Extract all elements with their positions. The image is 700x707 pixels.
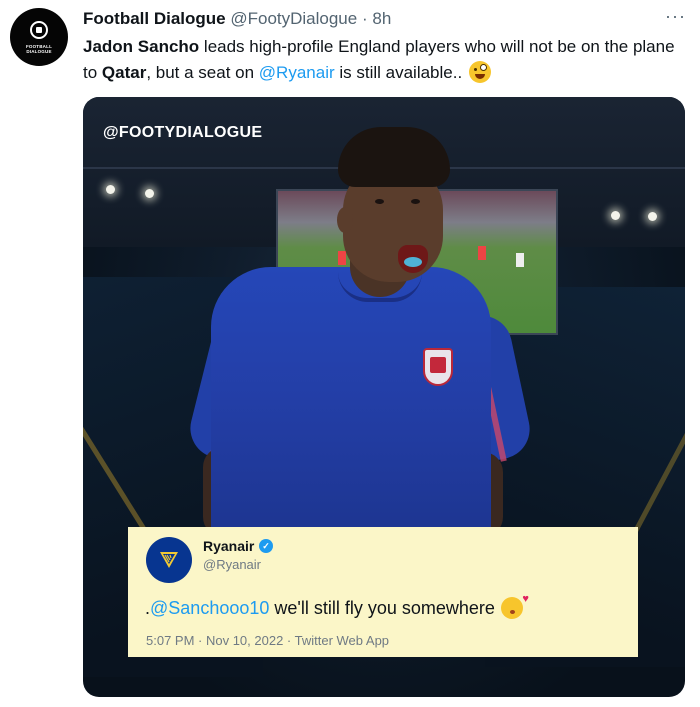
ryanair-logo-icon	[146, 537, 192, 583]
more-options-icon[interactable]: ···	[665, 6, 686, 27]
embedded-text-body: we'll still fly you somewhere	[269, 598, 495, 618]
tweet-media-image[interactable]: @FOOTYDIALOGUE Ryanair ✓ @Ryanair .@Sanc…	[83, 97, 685, 697]
embedded-mention: @Sanchooo10	[150, 598, 270, 618]
embedded-ryanair-tweet: Ryanair ✓ @Ryanair .@Sanchooo10 we'll st…	[128, 527, 638, 657]
embedded-tweet-meta: 5:07 PM · Nov 10, 2022 · Twitter Web App	[146, 633, 390, 648]
bold-name: Jadon Sancho	[83, 37, 200, 56]
england-shirt	[211, 267, 491, 537]
author-avatar[interactable]: FOOTBALL DIALOGUE	[10, 8, 68, 66]
eye	[411, 199, 420, 204]
player-hair	[338, 127, 450, 187]
mention-link[interactable]: @Ryanair	[259, 63, 335, 82]
football-icon	[30, 21, 48, 39]
author-handle[interactable]: @FootyDialogue	[230, 9, 357, 28]
tongue	[404, 257, 422, 267]
eye	[375, 199, 384, 204]
tweet-timestamp[interactable]: 8h	[372, 9, 391, 28]
tweet-text-part-3: is still available..	[334, 63, 467, 82]
face-blowing-kiss-emoji-icon	[500, 593, 529, 619]
ear	[337, 207, 353, 233]
england-crest-icon	[423, 348, 453, 386]
embedded-author-handle: @Ryanair	[203, 557, 261, 572]
avatar-brand-text: FOOTBALL DIALOGUE	[25, 44, 53, 54]
tweet-header: Football Dialogue @FootyDialogue · 8h	[83, 8, 391, 30]
ryanair-harp-icon	[160, 552, 178, 568]
tweet-text-part-2: , but a seat on	[146, 63, 259, 82]
embedded-author-name: Ryanair	[203, 538, 255, 554]
author-name[interactable]: Football Dialogue	[83, 9, 226, 28]
zany-face-emoji-icon	[468, 61, 491, 83]
tweet-text: Jadon Sancho leads high-profile England …	[83, 34, 683, 86]
embedded-tweet-text: .@Sanchooo10 we'll still fly you somewhe…	[145, 593, 529, 619]
header-separator: ·	[361, 9, 368, 28]
verified-check-icon: ✓	[259, 539, 273, 553]
bold-place: Qatar	[101, 63, 147, 82]
